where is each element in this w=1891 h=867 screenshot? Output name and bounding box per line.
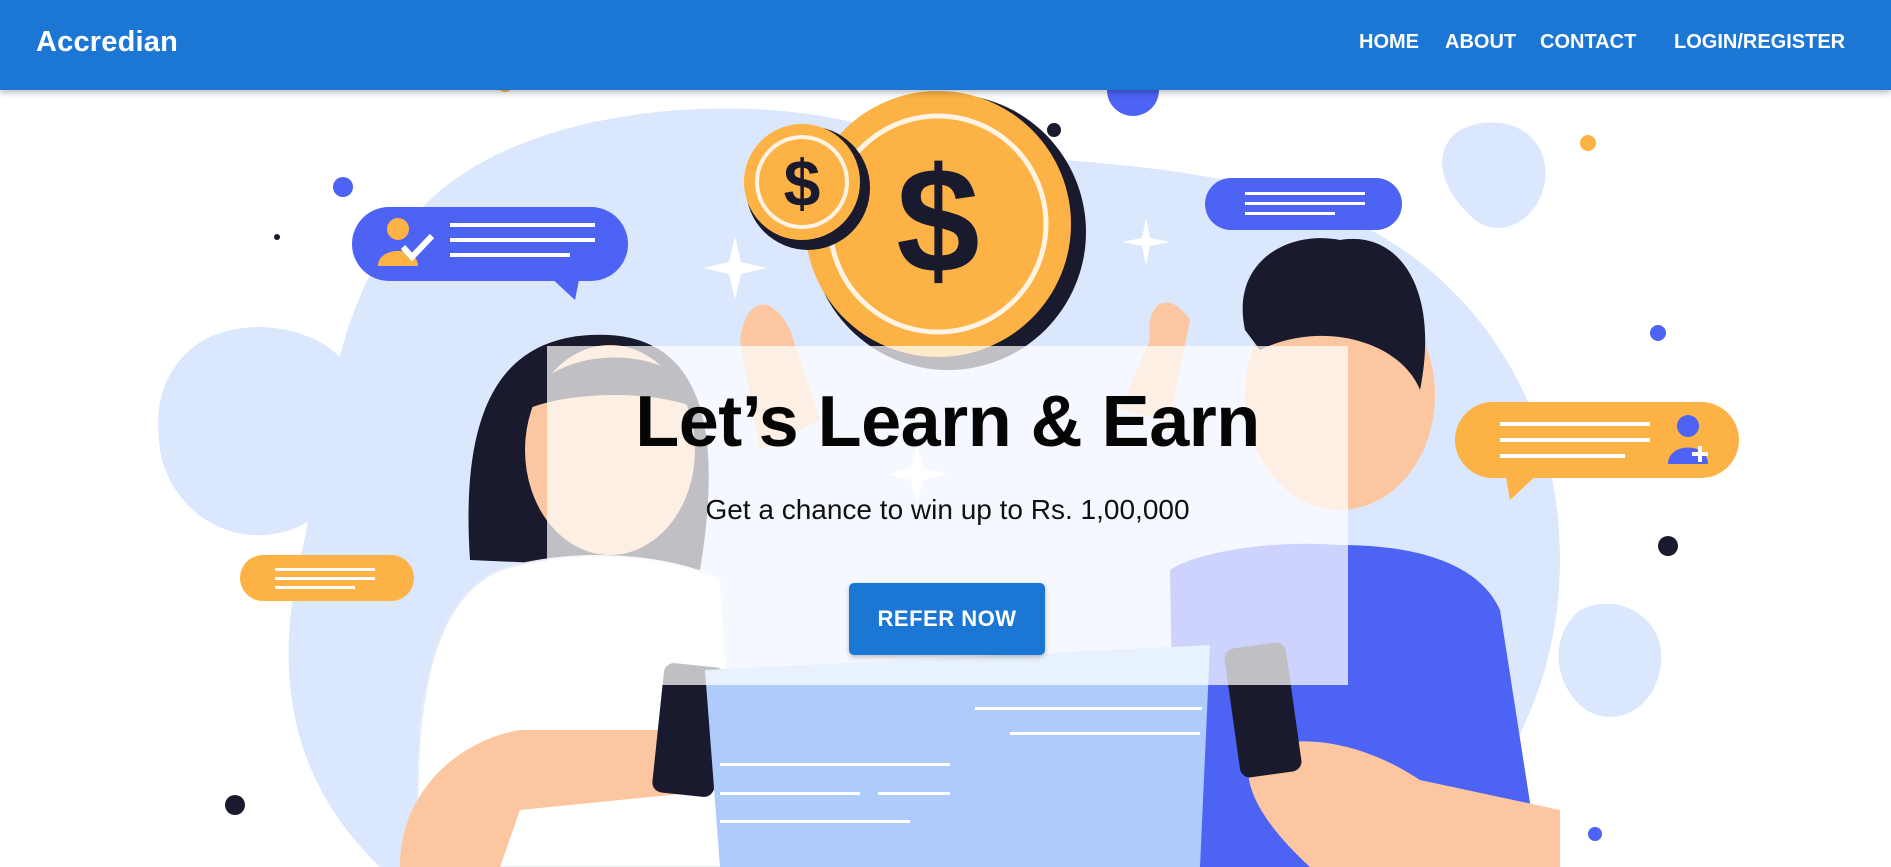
nav-contact[interactable]: CONTACT bbox=[1540, 31, 1636, 54]
hero-overlay-card: Let’s Learn & Earn Get a chance to win u… bbox=[547, 346, 1348, 685]
refer-now-button[interactable]: REFER NOW bbox=[849, 583, 1045, 655]
svg-text:$: $ bbox=[896, 136, 979, 304]
decor-dot bbox=[1588, 827, 1602, 841]
hero-title: Let’s Learn & Earn bbox=[635, 382, 1260, 462]
hero-subtitle: Get a chance to win up to Rs. 1,00,000 bbox=[705, 494, 1190, 525]
decor-dot bbox=[499, 90, 511, 92]
svg-text:$: $ bbox=[784, 146, 821, 220]
nav-about[interactable]: ABOUT bbox=[1445, 31, 1516, 54]
decor-dot bbox=[274, 234, 280, 240]
app-bar: Accredian HOME ABOUT CONTACT LOGIN/REGIS… bbox=[0, 0, 1891, 90]
decor-dot bbox=[1580, 135, 1596, 151]
decor-dot bbox=[1650, 325, 1666, 341]
brand-logo[interactable]: Accredian bbox=[36, 26, 178, 59]
chat-bubble-icon bbox=[240, 555, 414, 601]
decor-dot bbox=[333, 177, 353, 197]
decor-dot bbox=[1658, 536, 1678, 556]
hero-banner: $ $ Let’s Learn & Earn Get a chance to w… bbox=[0, 90, 1891, 867]
chat-bubble-icon bbox=[1205, 178, 1402, 230]
nav-login-register[interactable]: LOGIN/REGISTER bbox=[1674, 31, 1845, 54]
nav-home[interactable]: HOME bbox=[1359, 31, 1419, 54]
decor-dot bbox=[1107, 90, 1159, 116]
right-blob bbox=[1558, 603, 1662, 717]
decor-dot bbox=[225, 795, 245, 815]
top-right-blob bbox=[1442, 122, 1546, 228]
decor-dot bbox=[1047, 123, 1061, 137]
